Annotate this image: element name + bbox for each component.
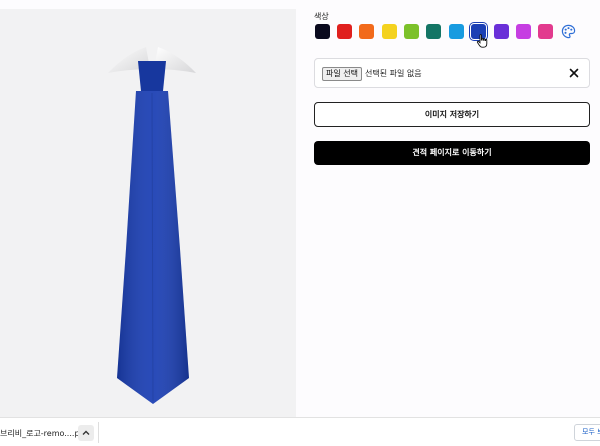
swatch-sky[interactable] — [449, 24, 464, 39]
palette-icon[interactable] — [561, 24, 576, 39]
chevron-up-icon — [82, 430, 90, 435]
swatch-pink[interactable] — [538, 24, 553, 39]
quote-page-button[interactable]: 견적 페이지로 이동하기 — [314, 141, 590, 165]
swatch-orange[interactable] — [359, 24, 374, 39]
swatch-teal[interactable] — [426, 24, 441, 39]
file-status: 선택된 파일 없음 — [365, 69, 422, 78]
swatch-black[interactable] — [315, 24, 330, 39]
tie-preview — [0, 9, 296, 417]
download-options-button[interactable] — [78, 425, 94, 441]
swatch-violet[interactable] — [494, 24, 509, 39]
close-icon[interactable] — [567, 66, 581, 80]
show-all-button[interactable]: 모두 보기 — [574, 424, 600, 441]
swatch-magenta[interactable] — [516, 24, 531, 39]
swatch-red[interactable] — [337, 24, 352, 39]
divider — [98, 422, 99, 443]
color-label: 색상 — [314, 12, 329, 21]
swatch-lime[interactable] — [404, 24, 419, 39]
file-upload: 파일 선택 선택된 파일 없음 — [314, 58, 590, 88]
save-image-button[interactable]: 이미지 저장하기 — [314, 102, 590, 127]
choose-file-button[interactable]: 파일 선택 — [322, 67, 362, 81]
download-item[interactable]: 브리비_로고-remo....png — [0, 428, 90, 439]
download-bar: 브리비_로고-remo....png 모두 보기 — [0, 417, 600, 446]
hand-cursor-icon — [476, 34, 488, 48]
tie-image — [108, 47, 196, 404]
swatch-yellow[interactable] — [382, 24, 397, 39]
color-swatches — [314, 24, 590, 48]
